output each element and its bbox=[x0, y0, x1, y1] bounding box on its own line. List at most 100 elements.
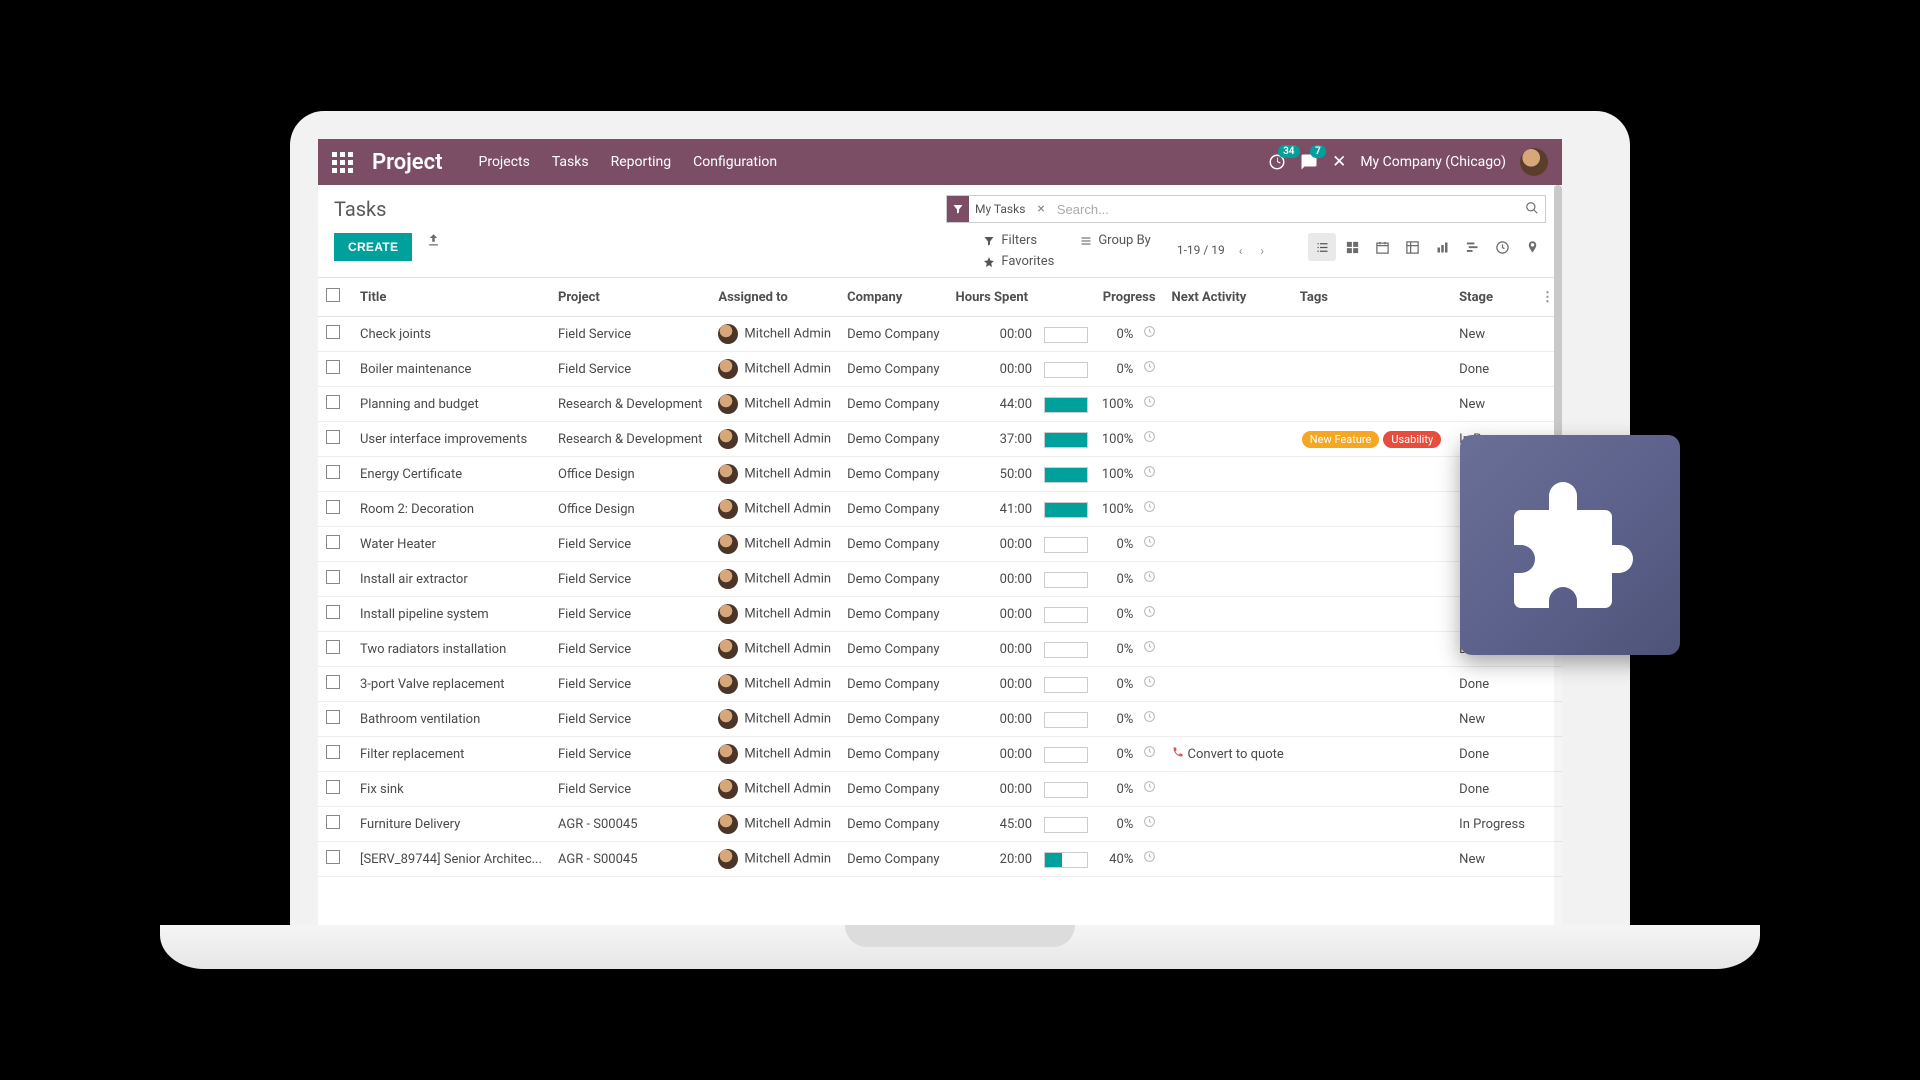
table-row[interactable]: 3-port Valve replacement Field Service M… bbox=[318, 667, 1562, 702]
row-checkbox[interactable] bbox=[326, 535, 340, 549]
col-title[interactable]: Title bbox=[352, 278, 550, 317]
col-hours[interactable]: Hours Spent bbox=[948, 278, 1037, 317]
activity-clock-icon[interactable] bbox=[1143, 642, 1156, 657]
select-all-checkbox[interactable] bbox=[326, 288, 340, 302]
activity-clock-icon[interactable] bbox=[1143, 327, 1156, 342]
table-row[interactable]: Install pipeline system Field Service Mi… bbox=[318, 597, 1562, 632]
task-table-wrap[interactable]: Title Project Assigned to Company Hours … bbox=[318, 277, 1562, 921]
filters-button[interactable]: Filters bbox=[983, 233, 1054, 248]
activity-clock-icon[interactable] bbox=[1143, 572, 1156, 587]
table-row[interactable]: User interface improvements Research & D… bbox=[318, 422, 1562, 457]
activity-clock-icon[interactable] bbox=[1143, 677, 1156, 692]
activity-clock-icon[interactable] bbox=[1143, 467, 1156, 482]
cell-title: [SERV_89744] Senior Architec... bbox=[352, 842, 550, 877]
table-row[interactable]: Water Heater Field Service Mitchell Admi… bbox=[318, 527, 1562, 562]
tag: Usability bbox=[1383, 431, 1441, 448]
user-avatar[interactable] bbox=[1520, 148, 1548, 176]
pager-prev-icon[interactable]: ‹ bbox=[1235, 240, 1247, 262]
row-checkbox[interactable] bbox=[326, 360, 340, 374]
activity-clock-icon[interactable] bbox=[1143, 782, 1156, 797]
table-row[interactable]: [SERV_89744] Senior Architec... AGR - S0… bbox=[318, 842, 1562, 877]
col-tags[interactable]: Tags bbox=[1292, 278, 1451, 317]
favorites-button[interactable]: Favorites bbox=[983, 254, 1054, 269]
table-row[interactable]: Planning and budget Research & Developme… bbox=[318, 387, 1562, 422]
company-selector[interactable]: My Company (Chicago) bbox=[1360, 154, 1506, 170]
table-row[interactable]: Furniture Delivery AGR - S00045 Mitchell… bbox=[318, 807, 1562, 842]
view-calendar-icon[interactable] bbox=[1368, 233, 1396, 261]
activity-clock-icon[interactable] bbox=[1143, 432, 1156, 447]
cell-tags bbox=[1292, 352, 1451, 387]
menu-projects[interactable]: Projects bbox=[479, 154, 530, 170]
view-list-icon[interactable] bbox=[1308, 233, 1336, 261]
activity-clock-icon[interactable] bbox=[1143, 607, 1156, 622]
row-checkbox[interactable] bbox=[326, 325, 340, 339]
cell-company: Demo Company bbox=[839, 317, 947, 352]
table-row[interactable]: Boiler maintenance Field Service Mitchel… bbox=[318, 352, 1562, 387]
row-checkbox[interactable] bbox=[326, 745, 340, 759]
row-checkbox[interactable] bbox=[326, 430, 340, 444]
row-checkbox[interactable] bbox=[326, 570, 340, 584]
view-pivot-icon[interactable] bbox=[1398, 233, 1426, 261]
row-checkbox[interactable] bbox=[326, 710, 340, 724]
activity-clock-icon[interactable] bbox=[1143, 852, 1156, 867]
activity-badge: 34 bbox=[1278, 145, 1299, 158]
activity-clock-icon[interactable] bbox=[1143, 362, 1156, 377]
row-checkbox[interactable] bbox=[326, 850, 340, 864]
groupby-button[interactable]: Group By bbox=[1080, 233, 1151, 248]
col-progress[interactable]: Progress bbox=[1036, 278, 1163, 317]
table-row[interactable]: Install air extractor Field Service Mitc… bbox=[318, 562, 1562, 597]
col-stage[interactable]: Stage bbox=[1451, 278, 1533, 317]
table-row[interactable]: Two radiators installation Field Service… bbox=[318, 632, 1562, 667]
activity-clock-icon[interactable] bbox=[1143, 397, 1156, 412]
col-project[interactable]: Project bbox=[550, 278, 710, 317]
view-gantt-icon[interactable] bbox=[1458, 233, 1486, 261]
col-next[interactable]: Next Activity bbox=[1164, 278, 1292, 317]
row-checkbox[interactable] bbox=[326, 395, 340, 409]
row-checkbox[interactable] bbox=[326, 605, 340, 619]
app-brand[interactable]: Project bbox=[372, 150, 443, 175]
table-row[interactable]: Filter replacement Field Service Mitchel… bbox=[318, 737, 1562, 772]
col-company[interactable]: Company bbox=[839, 278, 947, 317]
table-row[interactable]: Check joints Field Service Mitchell Admi… bbox=[318, 317, 1562, 352]
activity-icon[interactable]: 34 bbox=[1268, 153, 1286, 171]
create-button[interactable]: CREATE bbox=[334, 233, 412, 261]
search-icon[interactable] bbox=[1519, 201, 1545, 218]
cell-project: AGR - S00045 bbox=[550, 842, 710, 877]
table-row[interactable]: Energy Certificate Office Design Mitchel… bbox=[318, 457, 1562, 492]
row-checkbox[interactable] bbox=[326, 640, 340, 654]
row-checkbox[interactable] bbox=[326, 465, 340, 479]
cell-stage: New bbox=[1451, 387, 1533, 422]
pager-next-icon[interactable]: › bbox=[1256, 240, 1268, 262]
row-checkbox[interactable] bbox=[326, 815, 340, 829]
chat-icon[interactable]: 7 bbox=[1300, 153, 1318, 171]
view-activity-icon[interactable] bbox=[1488, 233, 1516, 261]
cell-title: Room 2: Decoration bbox=[352, 492, 550, 527]
import-icon[interactable] bbox=[426, 233, 441, 252]
view-kanban-icon[interactable] bbox=[1338, 233, 1366, 261]
close-icon[interactable]: ✕ bbox=[1332, 152, 1346, 172]
activity-clock-icon[interactable] bbox=[1143, 747, 1156, 762]
table-row[interactable]: Fix sink Field Service Mitchell Admin De… bbox=[318, 772, 1562, 807]
assignee-avatar bbox=[718, 429, 738, 449]
row-checkbox[interactable] bbox=[326, 675, 340, 689]
col-assigned[interactable]: Assigned to bbox=[710, 278, 839, 317]
search-input[interactable] bbox=[1051, 202, 1519, 217]
activity-clock-icon[interactable] bbox=[1143, 502, 1156, 517]
table-row[interactable]: Room 2: Decoration Office Design Mitchel… bbox=[318, 492, 1562, 527]
search-box[interactable]: My Tasks × bbox=[946, 195, 1546, 223]
table-row[interactable]: Bathroom ventilation Field Service Mitch… bbox=[318, 702, 1562, 737]
activity-clock-icon[interactable] bbox=[1143, 537, 1156, 552]
menu-tasks[interactable]: Tasks bbox=[552, 154, 589, 170]
activity-clock-icon[interactable] bbox=[1143, 817, 1156, 832]
row-checkbox[interactable] bbox=[326, 500, 340, 514]
row-checkbox[interactable] bbox=[326, 780, 340, 794]
menu-reporting[interactable]: Reporting bbox=[611, 154, 672, 170]
cell-title: Energy Certificate bbox=[352, 457, 550, 492]
menu-configuration[interactable]: Configuration bbox=[693, 154, 777, 170]
activity-clock-icon[interactable] bbox=[1143, 712, 1156, 727]
progress-percent: 0% bbox=[1097, 747, 1133, 762]
facet-remove-icon[interactable]: × bbox=[1031, 201, 1050, 217]
view-graph-icon[interactable] bbox=[1428, 233, 1456, 261]
apps-grid-icon[interactable] bbox=[332, 152, 352, 173]
view-map-icon[interactable] bbox=[1518, 233, 1546, 261]
